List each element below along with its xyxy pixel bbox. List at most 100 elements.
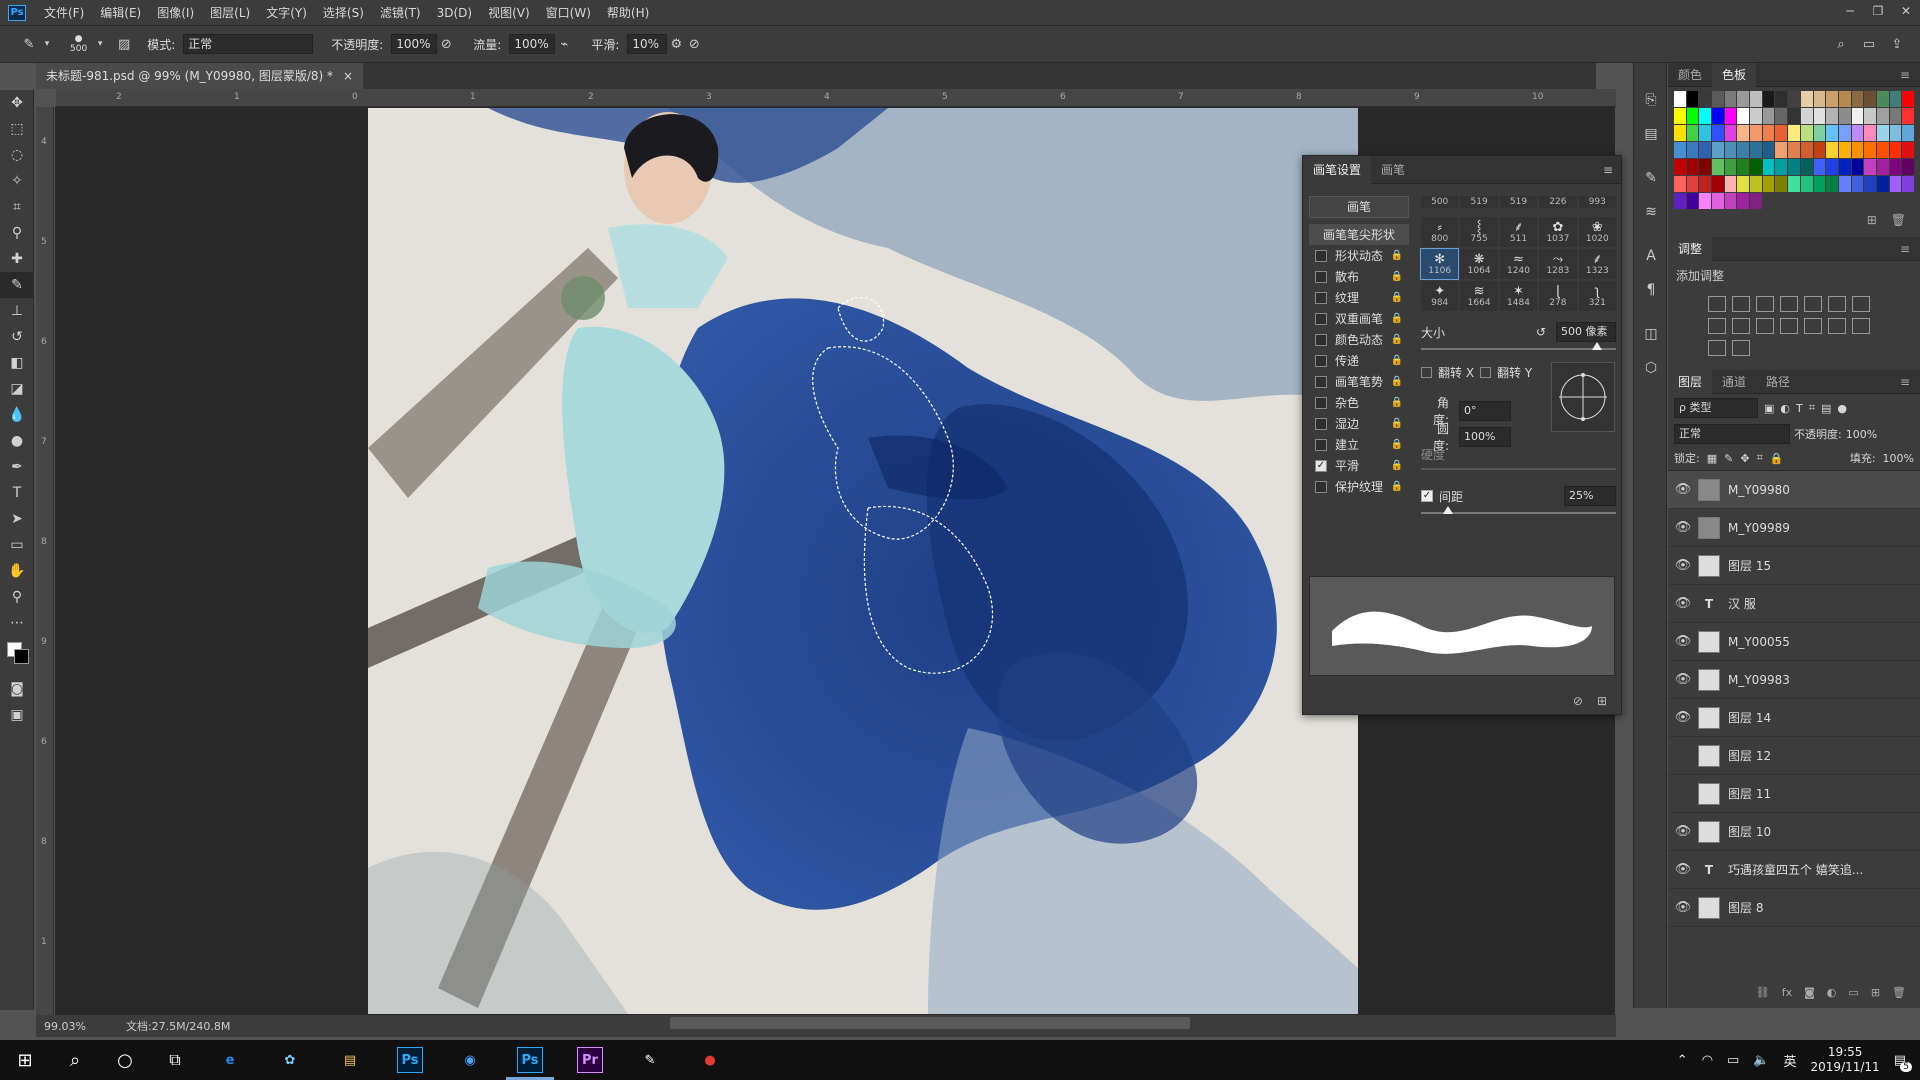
filter-type-icon[interactable]: T: [1796, 402, 1803, 415]
color-swatch[interactable]: [1775, 91, 1788, 107]
healing-brush-tool-icon[interactable]: ✚: [0, 246, 34, 272]
brush-panel-icon[interactable]: ≋: [1634, 195, 1668, 229]
brush-tip[interactable]: ⸙ 1323: [1578, 249, 1616, 279]
invert-adjust-icon[interactable]: [1804, 318, 1822, 334]
color-swatch[interactable]: [1788, 176, 1800, 192]
workspace-icon[interactable]: ▭: [1860, 35, 1878, 53]
menu-help[interactable]: 帮助(H): [599, 4, 657, 21]
spacing-checkbox[interactable]: ✓: [1421, 490, 1433, 502]
size-input[interactable]: 500 像素: [1556, 322, 1616, 342]
option-checkbox[interactable]: [1315, 396, 1327, 409]
color-swatch[interactable]: [1737, 159, 1750, 175]
lock-icon[interactable]: 🔒: [1391, 376, 1403, 387]
brush-tool-preset[interactable]: ✎ ▾: [20, 35, 56, 53]
option-checkbox[interactable]: [1315, 438, 1327, 451]
tab-swatches[interactable]: 色板: [1712, 62, 1757, 87]
history-panel-icon[interactable]: ⎘: [1634, 83, 1668, 117]
color-swatch[interactable]: [1674, 125, 1686, 141]
more-tools-icon[interactable]: ⋯: [0, 610, 34, 636]
character-panel-icon[interactable]: A: [1634, 239, 1668, 273]
tab-channels[interactable]: 通道: [1712, 373, 1756, 390]
menu-file[interactable]: 文件(F): [36, 4, 92, 21]
new-brush-icon[interactable]: ⊞: [1597, 694, 1607, 708]
color-swatch[interactable]: [1800, 176, 1813, 192]
brush-option-item[interactable]: 颜色动态 🔒: [1309, 329, 1409, 350]
gear-icon[interactable]: ⚙: [667, 35, 685, 53]
color-swatch[interactable]: [1826, 125, 1838, 141]
taskbar-app[interactable]: Ps: [380, 1040, 440, 1080]
taskbar-app[interactable]: e: [200, 1040, 260, 1080]
color-swatch[interactable]: [1750, 176, 1762, 192]
color-swatch[interactable]: [1737, 176, 1750, 192]
brush-tip[interactable]: ≋ 1664: [1460, 281, 1498, 311]
color-swatch[interactable]: [1902, 125, 1914, 141]
color-swatch[interactable]: [1724, 159, 1737, 175]
color-swatch[interactable]: [1788, 91, 1800, 107]
close-tab-icon[interactable]: ×: [343, 63, 353, 89]
brush-option-item[interactable]: ✓ 平滑 🔒: [1309, 455, 1409, 476]
color-swatch[interactable]: [1876, 91, 1889, 107]
document-tab[interactable]: 未标题-981.psd @ 99% (M_Y09980, 图层蒙版/8) * ×: [36, 63, 364, 89]
brush-tip[interactable]: ⸙ 511: [1499, 217, 1538, 247]
spacing-input[interactable]: 25%: [1564, 486, 1616, 506]
option-checkbox[interactable]: [1315, 375, 1327, 388]
lock-pixels-icon[interactable]: ✎: [1724, 452, 1733, 465]
tab-paths[interactable]: 路径: [1756, 373, 1800, 390]
exposure-adjust-icon[interactable]: [1780, 296, 1798, 312]
filter-shape-icon[interactable]: ⌗: [1809, 401, 1815, 415]
option-checkbox[interactable]: [1315, 333, 1327, 346]
size-slider-knob[interactable]: [1592, 342, 1602, 350]
rectangle-tool-icon[interactable]: ▭: [0, 532, 34, 558]
color-swatch[interactable]: [1876, 142, 1889, 158]
color-swatch[interactable]: [1876, 108, 1889, 124]
lasso-tool-icon[interactable]: ◌: [0, 142, 34, 168]
fill-input[interactable]: 100%: [1883, 452, 1914, 465]
posterize-adjust-icon[interactable]: [1828, 318, 1846, 334]
brush-tip[interactable]: ✦ 984: [1421, 281, 1459, 311]
brush-option-item[interactable]: 纹理 🔒: [1309, 287, 1409, 308]
color-swatch[interactable]: [1864, 108, 1876, 124]
delete-swatch-icon[interactable]: 🗑: [1891, 213, 1906, 231]
brush-option-item[interactable]: 画笔笔势 🔒: [1309, 371, 1409, 392]
color-swatch[interactable]: [1889, 91, 1902, 107]
crop-tool-icon[interactable]: ⌗: [0, 194, 34, 220]
lock-icon[interactable]: 🔒: [1391, 439, 1403, 450]
selective-color-adjust-icon[interactable]: [1708, 340, 1726, 356]
battery-icon[interactable]: ▭: [1727, 1053, 1739, 1068]
start-button[interactable]: ⊞: [0, 1040, 50, 1080]
visibility-eye-icon[interactable]: 👁: [1668, 558, 1698, 573]
color-swatch[interactable]: [1813, 159, 1826, 175]
size-slider[interactable]: [1421, 348, 1616, 350]
zoom-tool-icon[interactable]: ⚲: [0, 584, 34, 610]
color-swatch[interactable]: [1737, 125, 1750, 141]
color-swatch[interactable]: [1838, 125, 1851, 141]
color-swatch[interactable]: [1800, 142, 1813, 158]
notification-button[interactable]: ▤ 5: [1894, 1053, 1912, 1072]
color-swatch[interactable]: [1674, 159, 1686, 175]
lock-icon[interactable]: 🔒: [1391, 481, 1403, 492]
color-swatch[interactable]: [1737, 193, 1750, 209]
new-group-icon[interactable]: ▭: [1848, 986, 1858, 1006]
color-swatch[interactable]: [1788, 142, 1800, 158]
color-swatch[interactable]: [1788, 159, 1800, 175]
color-swatch[interactable]: [1788, 125, 1800, 141]
color-swatch[interactable]: [1902, 142, 1914, 158]
history-brush-tool-icon[interactable]: ↺: [0, 324, 34, 350]
color-swatch[interactable]: [1712, 142, 1724, 158]
menu-select[interactable]: 选择(S): [315, 4, 372, 21]
option-checkbox[interactable]: [1315, 480, 1327, 493]
color-swatch[interactable]: [1902, 176, 1914, 192]
taskbar-app[interactable]: ▤: [320, 1040, 380, 1080]
lock-icon[interactable]: 🔒: [1391, 292, 1403, 303]
taskbar-app[interactable]: Ps: [500, 1040, 560, 1080]
option-checkbox[interactable]: [1315, 354, 1327, 367]
taskbar-app[interactable]: ✿: [260, 1040, 320, 1080]
color-swatch[interactable]: [1750, 159, 1762, 175]
color-swatch[interactable]: [1712, 108, 1724, 124]
brush-tip[interactable]: ⸗ 800: [1421, 217, 1459, 247]
lock-artboard-icon[interactable]: ⌗: [1757, 451, 1763, 465]
color-swatch[interactable]: [1864, 176, 1876, 192]
color-swatch[interactable]: [1712, 176, 1724, 192]
color-swatch[interactable]: [1724, 91, 1737, 107]
taskbar-app[interactable]: Pr: [560, 1040, 620, 1080]
